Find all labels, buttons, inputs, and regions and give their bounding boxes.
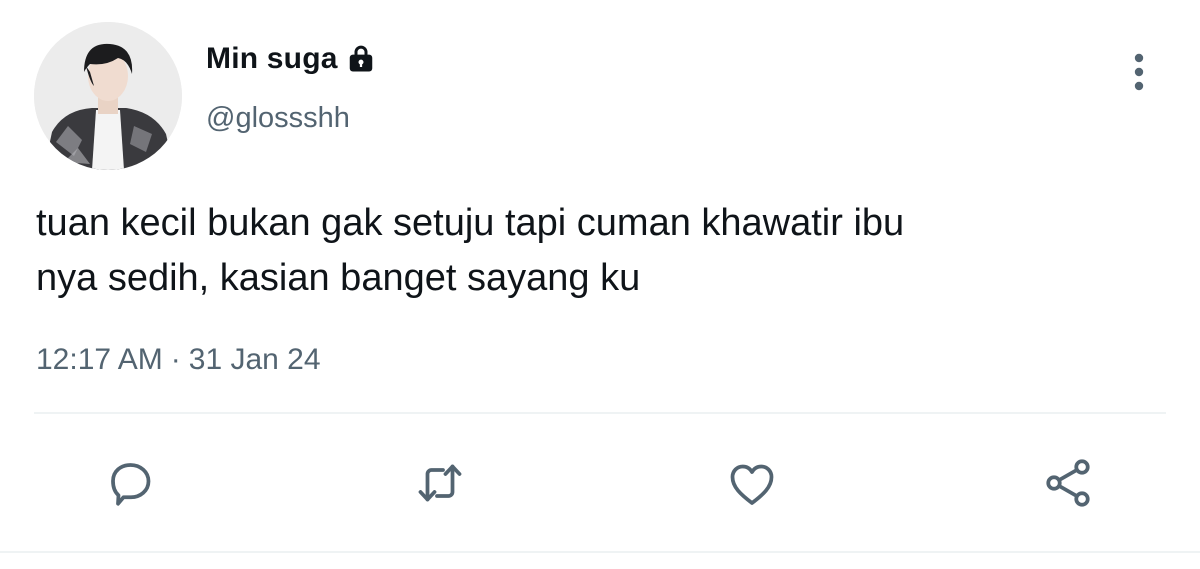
display-name-row[interactable]: Min suga — [206, 42, 376, 76]
lock-icon — [346, 44, 376, 74]
like-button[interactable] — [722, 453, 782, 513]
tweet-date: 31 Jan 24 — [188, 343, 321, 376]
avatar[interactable] — [34, 22, 182, 170]
retweet-icon — [418, 464, 462, 502]
user-handle[interactable]: @glossshh — [206, 102, 350, 135]
tweet-text-line: tuan kecil bukan gak setuju tapi cuman k… — [36, 202, 905, 244]
share-icon — [1046, 459, 1090, 507]
avatar-image — [34, 22, 182, 170]
divider — [34, 412, 1166, 414]
bottom-divider — [0, 551, 1200, 553]
reply-button[interactable] — [100, 453, 160, 513]
meta-separator: · — [170, 343, 181, 376]
tweet-time: 12:17 AM — [36, 343, 163, 376]
tweet-text: tuan kecil bukan gak setuju tapi cuman k… — [36, 196, 1146, 306]
tweet-text-line: nya sedih, kasian banget sayang ku — [36, 257, 641, 299]
reply-icon — [111, 463, 151, 506]
retweet-button[interactable] — [410, 453, 470, 513]
display-name[interactable]: Min suga — [206, 42, 338, 76]
heart-icon — [730, 464, 774, 505]
share-button[interactable] — [1038, 453, 1098, 513]
more-vertical-icon[interactable] — [1124, 50, 1154, 94]
tweet-timestamp[interactable]: 12:17 AM · 31 Jan 24 — [36, 343, 321, 377]
